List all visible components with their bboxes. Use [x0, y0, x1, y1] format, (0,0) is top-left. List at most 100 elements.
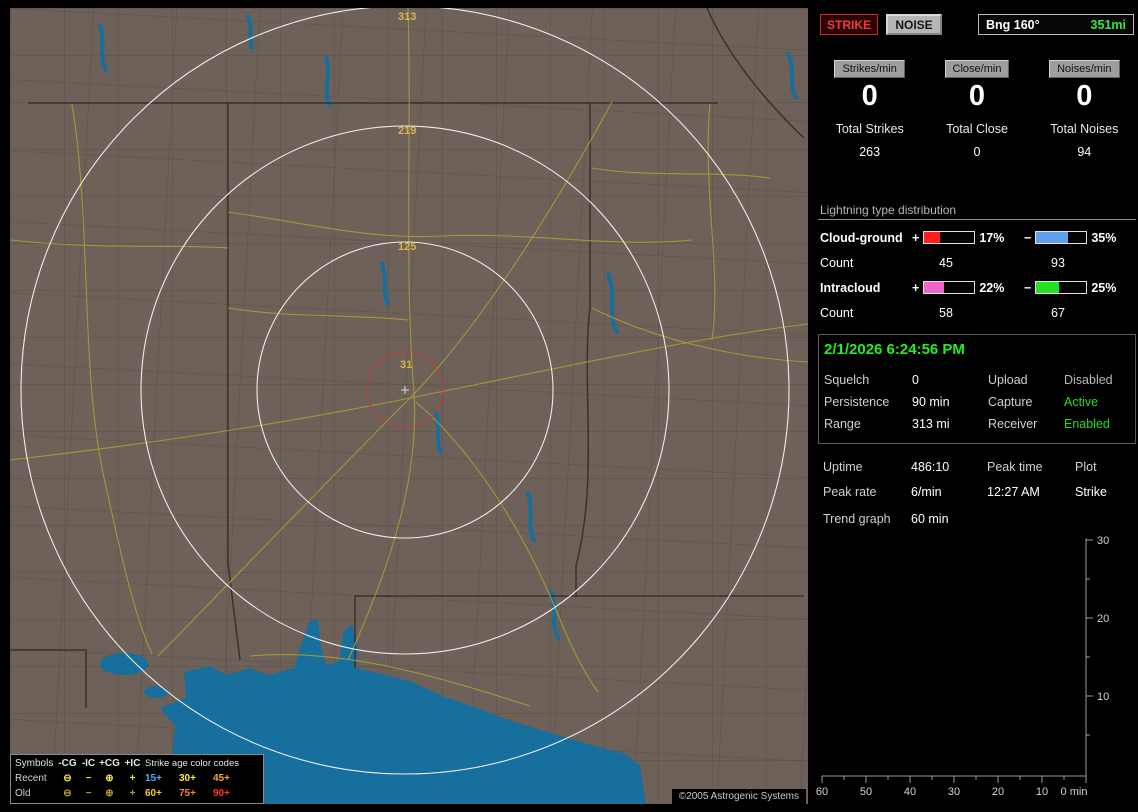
status-grid: Squelch 0 Upload Disabled Persistence 90…	[824, 373, 1130, 431]
bearing-distance: 351mi	[1090, 17, 1126, 32]
age-45: 45+	[213, 773, 230, 784]
ic-positive-bar	[923, 281, 976, 294]
y-tick-30: 30	[1097, 535, 1109, 547]
cloud-ground-positive: + 17%	[912, 231, 1024, 245]
ic-positive-pct: 22%	[979, 280, 1005, 295]
cg-negative-count: 93	[1051, 255, 1065, 270]
x-tick-50: 50	[860, 786, 872, 798]
map-legend: Symbols -CG -IC +CG +IC Strike age color…	[10, 754, 264, 804]
receiver-label: Receiver	[988, 417, 1038, 431]
y-tick-10: 10	[1097, 691, 1109, 703]
total-noises-label: Total Noises	[1050, 122, 1119, 136]
range-value: 313 mi	[912, 417, 950, 431]
intracloud-row: Intracloud + 22% − 25%	[820, 275, 1136, 300]
peak-rate-label: Peak rate	[823, 485, 877, 499]
range-label-219: 219	[398, 125, 416, 137]
noise-mode-button[interactable]: NOISE	[886, 14, 942, 35]
intracloud-label: Intracloud	[820, 280, 881, 295]
legend-recent-row: Recent ⊖ − ⊕ + 15+ 30+ 45+	[13, 771, 261, 786]
legend-recent-label: Recent	[15, 773, 47, 784]
squelch-value: 0	[912, 373, 919, 387]
legend-symbols-header: Symbols	[15, 758, 54, 769]
legend-header-row: Symbols -CG -IC +CG +IC Strike age color…	[13, 756, 261, 771]
old-ic-pos-icon: +	[129, 788, 136, 799]
legend-col-cg-neg: -CG	[58, 758, 77, 769]
trend-graph-value: 60 min	[911, 512, 949, 526]
upload-label: Upload	[988, 373, 1028, 387]
strikes-per-min-header[interactable]: Strikes/min	[834, 60, 905, 78]
system-status-box: 2/1/2026 6:24:56 PM Squelch 0 Upload Dis…	[818, 334, 1136, 444]
range-label: Range	[824, 417, 861, 431]
plot-value: Strike	[1075, 485, 1107, 499]
x-tick-10: 10	[1036, 786, 1048, 798]
age-60: 60+	[145, 788, 162, 799]
total-close-label: Total Close	[946, 122, 1008, 136]
total-strikes-value: 263	[859, 145, 881, 159]
count-label: Count	[820, 305, 854, 320]
squelch-label: Squelch	[824, 373, 870, 387]
strikes-per-min-column: Strikes/min 0 Total Strikes 263	[816, 60, 923, 159]
distribution-divider	[818, 219, 1136, 220]
map-canvas: 313 219 125 31	[10, 8, 808, 804]
x-tick-20: 20	[992, 786, 1004, 798]
peak-rate-value: 6/min	[911, 485, 942, 499]
recent-ic-neg-icon: −	[85, 773, 92, 784]
cloud-ground-negative: − 35%	[1024, 231, 1136, 245]
count-label: Count	[820, 255, 854, 270]
plus-sign: +	[912, 230, 920, 245]
range-label-313: 313	[398, 11, 416, 23]
old-ic-neg-icon: −	[85, 788, 92, 799]
y-tick-20: 20	[1097, 613, 1109, 625]
peak-time-value: 12:27 AM	[987, 485, 1040, 499]
ic-negative-bar	[1035, 281, 1088, 294]
plus-sign: +	[912, 280, 920, 295]
uptime-label: Uptime	[823, 460, 863, 474]
trend-graph: 30 20 10 60 50 40 30 20 10 0 min	[816, 535, 1109, 798]
distribution-title: Lightning type distribution	[820, 203, 957, 217]
strike-mode-button[interactable]: STRIKE	[820, 14, 878, 35]
x-tick-60: 60	[816, 786, 828, 798]
cg-positive-pct: 17%	[979, 230, 1005, 245]
legend-old-row: Old ⊖ − ⊕ + 60+ 75+ 90+	[13, 786, 261, 801]
lightning-map[interactable]: 313 219 125 31 Symbols -CG -IC +CG +IC S…	[10, 8, 808, 804]
mode-toolbar: STRIKE NOISE Bng 160° 351mi	[816, 14, 1138, 36]
age-15: 15+	[145, 773, 162, 784]
ic-positive-count: 58	[939, 305, 953, 320]
ic-negative-count: 67	[1051, 305, 1065, 320]
age-30: 30+	[179, 773, 196, 784]
copyright-text: ©2005 Astrogenic Systems	[671, 789, 806, 804]
range-label-125: 125	[398, 241, 416, 253]
legend-col-cg-pos: +CG	[99, 758, 120, 769]
upload-status: Disabled	[1064, 373, 1113, 387]
recent-ic-pos-icon: +	[129, 773, 136, 784]
cloud-ground-label: Cloud-ground	[820, 230, 903, 245]
capture-label: Capture	[988, 395, 1033, 409]
noises-per-min-header[interactable]: Noises/min	[1049, 60, 1120, 78]
total-noises-value: 94	[1077, 145, 1092, 159]
lightning-distribution: Cloud-ground + 17% − 35% Count 45 93 Int…	[820, 225, 1136, 325]
plot-label: Plot	[1075, 460, 1097, 474]
x-tick-30: 30	[948, 786, 960, 798]
uptime-value: 486:10	[911, 460, 950, 474]
peak-time-label: Peak time	[987, 460, 1043, 474]
close-per-min-value: 0	[968, 80, 986, 112]
x-tick-40: 40	[904, 786, 916, 798]
intracloud-count-row: Count 58 67	[820, 300, 1136, 325]
session-stats: Uptime 486:10 Peak time Plot Peak rate 6…	[818, 456, 1136, 526]
noises-per-min-value: 0	[1076, 80, 1093, 112]
legend-col-ic-neg: -IC	[81, 758, 96, 769]
age-90: 90+	[213, 788, 230, 799]
minus-sign: −	[1024, 230, 1032, 245]
cg-positive-count: 45	[939, 255, 953, 270]
legend-age-header: Strike age color codes	[145, 758, 239, 769]
legend-col-ic-pos: +IC	[124, 758, 141, 769]
age-75: 75+	[179, 788, 196, 799]
recent-cg-neg-icon: ⊖	[63, 773, 72, 784]
intracloud-negative: − 25%	[1024, 281, 1136, 295]
current-datetime: 2/1/2026 6:24:56 PM	[824, 341, 965, 358]
cg-negative-pct: 35%	[1091, 230, 1117, 245]
strikes-per-min-value: 0	[861, 80, 878, 112]
close-per-min-header[interactable]: Close/min	[944, 60, 1010, 78]
minus-sign: −	[1024, 280, 1032, 295]
rate-counters: Strikes/min 0 Total Strikes 263 Close/mi…	[816, 60, 1138, 159]
